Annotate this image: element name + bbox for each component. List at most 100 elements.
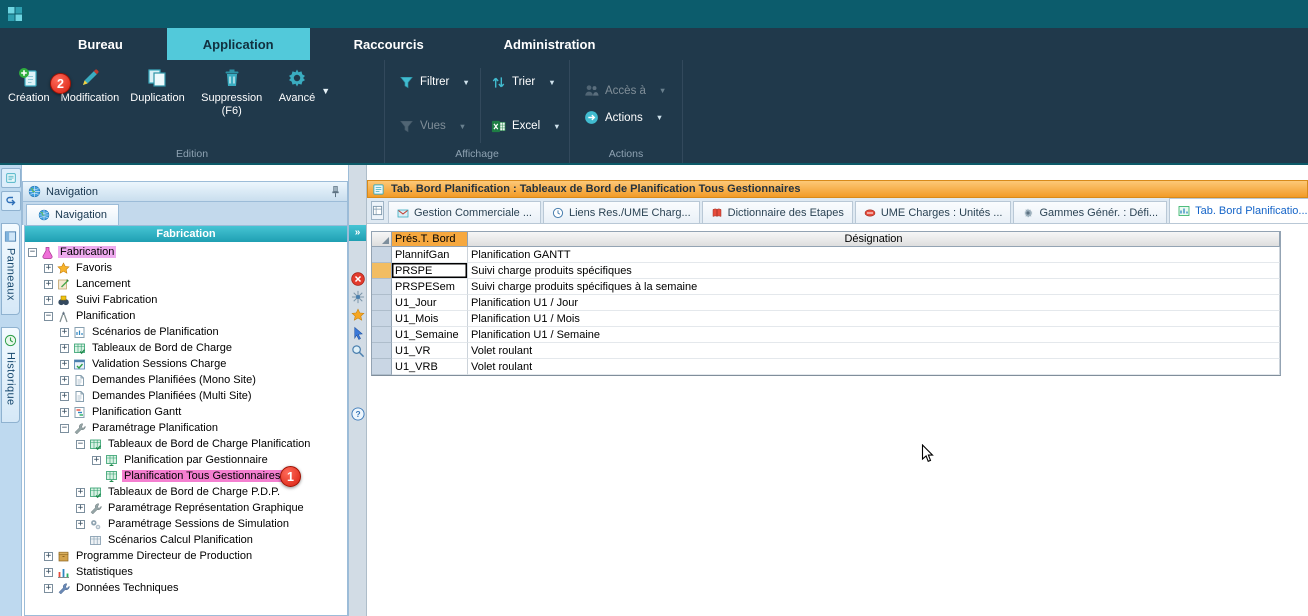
cell-pres-t-bord[interactable]: PRSPE xyxy=(392,263,468,279)
expand-plus-icon[interactable]: + xyxy=(60,408,69,417)
duplication-button[interactable]: Duplication xyxy=(130,67,184,105)
expand-minus-icon[interactable]: − xyxy=(28,248,37,257)
panel-mini-button[interactable] xyxy=(1,168,21,188)
avance-button[interactable]: Avancé ▼ xyxy=(279,67,330,105)
suppression-button[interactable]: Suppression (F6) xyxy=(196,67,268,118)
expand-plus-icon[interactable]: + xyxy=(44,552,53,561)
chevron-down-icon[interactable]: ▼ xyxy=(462,78,469,87)
tree-item-scenarios-calcul-planification[interactable]: Scénarios Calcul Planification xyxy=(25,532,347,548)
tree-item-tableaux-de-bord-de-charge-planification[interactable]: −Tableaux de Bord de Charge Planificatio… xyxy=(25,436,347,452)
expand-minus-icon[interactable]: − xyxy=(76,440,85,449)
trier-button[interactable]: Trier ▼ xyxy=(477,75,569,90)
expand-plus-icon[interactable]: + xyxy=(76,504,85,513)
navigation-tab[interactable]: Navigation xyxy=(26,204,119,225)
grid-row-u1-jour[interactable]: U1_JourPlanification U1 / Jour xyxy=(372,295,1280,311)
tree-item-parametrage-planification[interactable]: −Paramétrage Planification xyxy=(25,420,347,436)
row-selector[interactable] xyxy=(372,295,392,311)
expand-plus-icon[interactable]: + xyxy=(76,520,85,529)
document-tab-ume-charges-unites[interactable]: UME Charges : Unités ... xyxy=(855,201,1012,223)
cell-pres-t-bord[interactable]: PlannifGan xyxy=(392,247,468,263)
column-header-designation[interactable]: Désignation xyxy=(468,232,1280,247)
pin-icon[interactable] xyxy=(329,185,342,198)
excel-button[interactable]: Excel ▼ xyxy=(477,119,569,134)
column-header-pres-t-bord[interactable]: Prés.T. Bord xyxy=(392,232,468,247)
creation-button[interactable]: Création xyxy=(8,67,50,105)
cell-pres-t-bord[interactable]: U1_Mois xyxy=(392,311,468,327)
tree-item-lancement[interactable]: +Lancement xyxy=(25,276,347,292)
row-selector[interactable] xyxy=(372,327,392,343)
tree-item-planification-par-gestionnaire[interactable]: +Planification par Gestionnaire xyxy=(25,452,347,468)
expand-plus-icon[interactable]: + xyxy=(44,568,53,577)
favorite-button[interactable] xyxy=(351,308,365,322)
expand-plus-icon[interactable]: + xyxy=(60,376,69,385)
ribbon-tab-raccourcis[interactable]: Raccourcis xyxy=(318,28,460,60)
grid-row-prspe[interactable]: PRSPESuivi charge produits spécifiques xyxy=(372,263,1280,279)
document-tab-dictionnaire-des-etapes[interactable]: Dictionnaire des Etapes xyxy=(702,201,853,223)
tree-item-suivi-fabrication[interactable]: +Suivi Fabrication xyxy=(25,292,347,308)
cell-designation[interactable]: Planification U1 / Semaine xyxy=(468,327,1280,343)
ribbon-tab-bureau[interactable]: Bureau xyxy=(42,28,159,60)
tree-item-planification-gantt[interactable]: +Planification Gantt xyxy=(25,404,347,420)
chevron-down-icon[interactable]: ▼ xyxy=(553,122,560,131)
grid-row-u1-vrb[interactable]: U1_VRBVolet roulant xyxy=(372,359,1280,375)
grid-row-u1-semaine[interactable]: U1_SemainePlanification U1 / Semaine xyxy=(372,327,1280,343)
grid-row-prspesem[interactable]: PRSPESemSuivi charge produits spécifique… xyxy=(372,279,1280,295)
tree-item-fabrication[interactable]: −Fabrication xyxy=(25,244,347,260)
close-button[interactable] xyxy=(351,272,365,286)
document-tab-gestion-commerciale[interactable]: Gestion Commerciale ... xyxy=(388,201,541,223)
expand-plus-icon[interactable]: + xyxy=(44,296,53,305)
grid-row-plannifgan[interactable]: PlannifGanPlanification GANTT xyxy=(372,247,1280,263)
pointer-button[interactable] xyxy=(351,326,365,340)
tab-list-button[interactable] xyxy=(371,201,384,220)
expand-plus-icon[interactable]: + xyxy=(44,280,53,289)
expand-plus-icon[interactable]: + xyxy=(60,360,69,369)
tree-item-planification[interactable]: −Planification xyxy=(25,308,347,324)
cell-designation[interactable]: Volet roulant xyxy=(468,359,1280,375)
expand-plus-icon[interactable]: + xyxy=(92,456,101,465)
tree-item-tableaux-de-bord-de-charge[interactable]: +Tableaux de Bord de Charge xyxy=(25,340,347,356)
cell-pres-t-bord[interactable]: U1_VR xyxy=(392,343,468,359)
search-button[interactable] xyxy=(351,344,365,358)
chevron-down-icon[interactable]: ▼ xyxy=(321,86,330,96)
cell-pres-t-bord[interactable]: U1_Jour xyxy=(392,295,468,311)
tree-item-demandes-planifiees-multi-site[interactable]: +Demandes Planifiées (Multi Site) xyxy=(25,388,347,404)
cell-designation[interactable]: Volet roulant xyxy=(468,343,1280,359)
side-tab-panneaux[interactable]: Panneaux xyxy=(1,223,20,315)
tree-item-parametrage-sessions-de-simulation[interactable]: +Paramétrage Sessions de Simulation xyxy=(25,516,347,532)
grid-row-u1-mois[interactable]: U1_MoisPlanification U1 / Mois xyxy=(372,311,1280,327)
cell-pres-t-bord[interactable]: PRSPESem xyxy=(392,279,468,295)
actions-button[interactable]: Actions ▼ xyxy=(570,110,682,125)
document-tab-liens-res-ume-charg[interactable]: Liens Res./UME Charg... xyxy=(543,201,700,223)
ribbon-tab-administration[interactable]: Administration xyxy=(468,28,632,60)
tree-item-parametrage-representation-graphique[interactable]: +Paramétrage Représentation Graphique xyxy=(25,500,347,516)
tree-item-favoris[interactable]: +Favoris xyxy=(25,260,347,276)
undock-button[interactable] xyxy=(1,191,21,211)
tree-item-statistiques[interactable]: +Statistiques xyxy=(25,564,347,580)
tree-item-programme-directeur-de-production[interactable]: +Programme Directeur de Production xyxy=(25,548,347,564)
cell-designation[interactable]: Planification GANTT xyxy=(468,247,1280,263)
expand-minus-icon[interactable]: − xyxy=(60,424,69,433)
collapse-chevrons-button[interactable]: » xyxy=(349,225,366,241)
select-all-corner[interactable] xyxy=(372,232,392,247)
row-selector[interactable] xyxy=(372,343,392,359)
cell-pres-t-bord[interactable]: U1_VRB xyxy=(392,359,468,375)
cell-designation[interactable]: Suivi charge produits spécifiques à la s… xyxy=(468,279,1280,295)
cell-designation[interactable]: Planification U1 / Mois xyxy=(468,311,1280,327)
cell-pres-t-bord[interactable]: U1_Semaine xyxy=(392,327,468,343)
expand-plus-icon[interactable]: + xyxy=(76,488,85,497)
configure-button[interactable] xyxy=(351,290,365,304)
cell-designation[interactable]: Planification U1 / Jour xyxy=(468,295,1280,311)
tree-item-scenarios-de-planification[interactable]: +Scénarios de Planification xyxy=(25,324,347,340)
expand-plus-icon[interactable]: + xyxy=(44,264,53,273)
document-tab-tab-bord-planificatio[interactable]: Tab. Bord Planificatio... xyxy=(1169,198,1308,223)
side-tab-historique[interactable]: Historique xyxy=(1,327,20,423)
tree-item-validation-sessions-charge[interactable]: +Validation Sessions Charge xyxy=(25,356,347,372)
row-selector[interactable] xyxy=(372,247,392,263)
ribbon-tab-application[interactable]: Application xyxy=(167,28,310,60)
expand-plus-icon[interactable]: + xyxy=(44,584,53,593)
chevron-down-icon[interactable]: ▼ xyxy=(548,78,555,87)
help-button[interactable]: ? xyxy=(351,407,365,421)
expand-plus-icon[interactable]: + xyxy=(60,328,69,337)
grid-row-u1-vr[interactable]: U1_VRVolet roulant xyxy=(372,343,1280,359)
cell-designation[interactable]: Suivi charge produits spécifiques xyxy=(468,263,1280,279)
